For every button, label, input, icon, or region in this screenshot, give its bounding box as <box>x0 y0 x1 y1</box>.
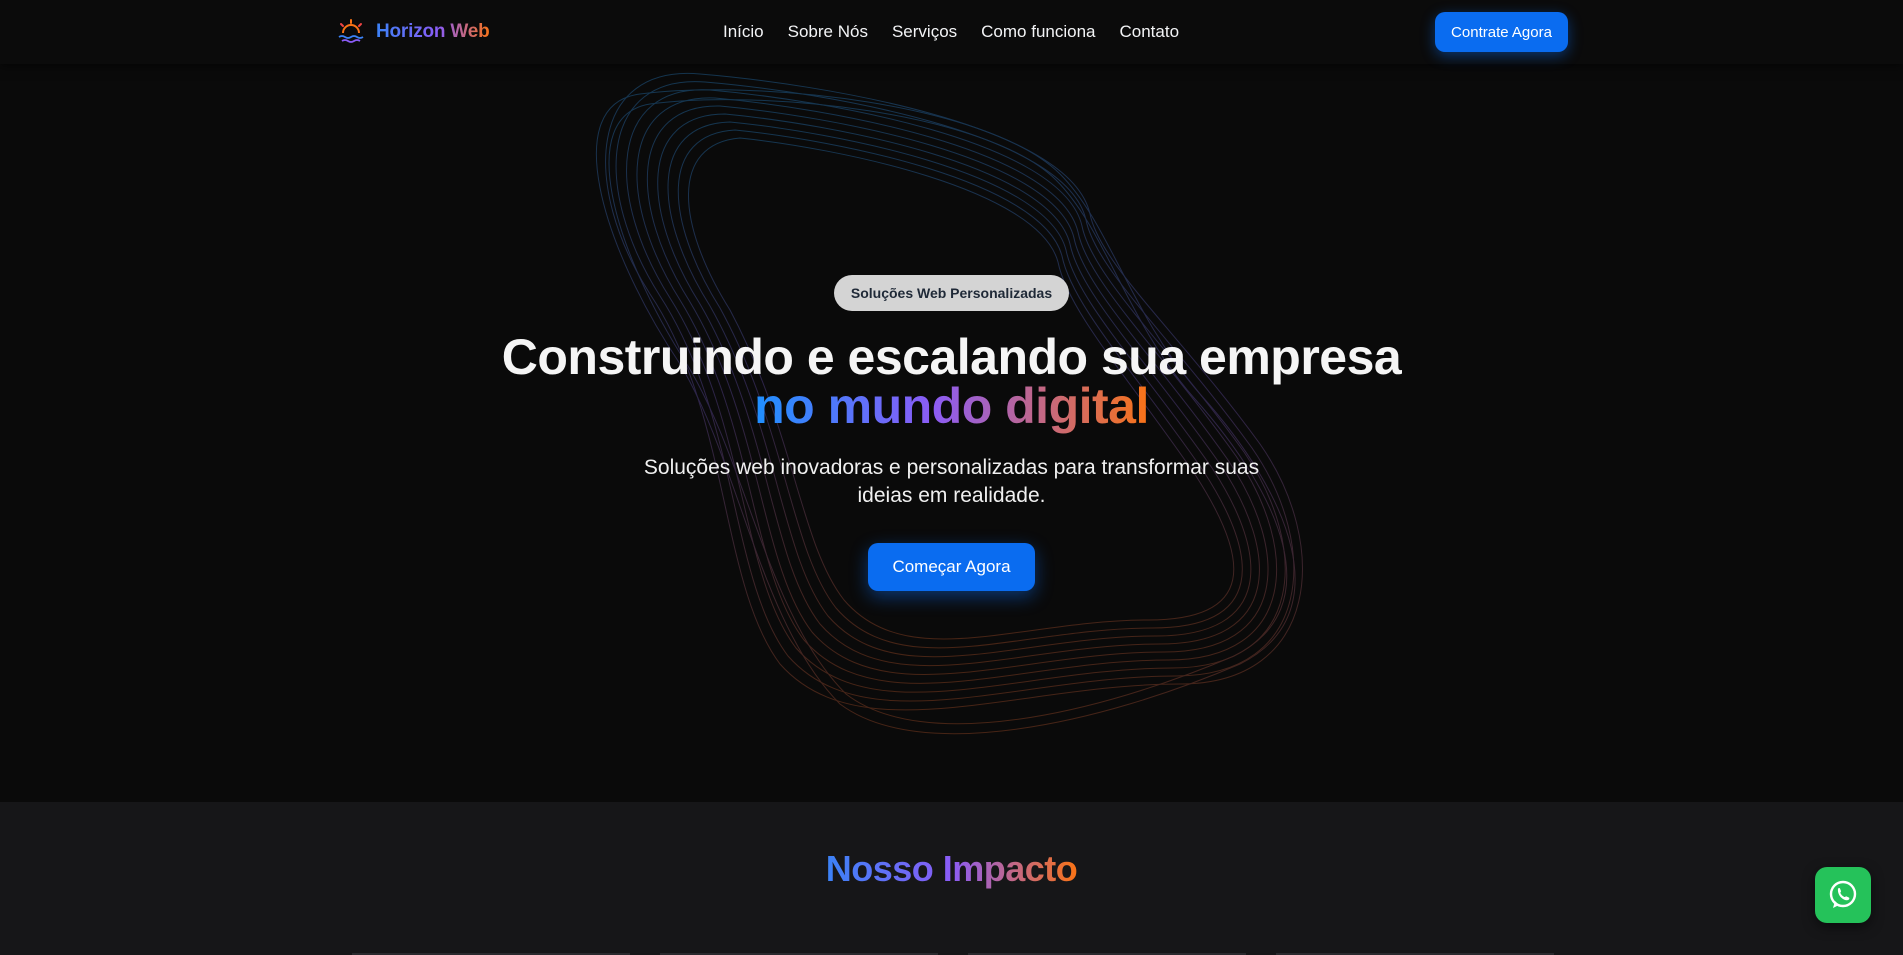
sunset-logo-icon <box>337 19 365 43</box>
nav-link-como-funciona[interactable]: Como funciona <box>981 22 1095 42</box>
page: Horizon Web Início Sobre Nós Serviços Co… <box>0 0 1903 955</box>
main-nav: Início Sobre Nós Serviços Como funciona … <box>723 20 1179 44</box>
impact-title: Nosso Impacto <box>0 848 1903 890</box>
brand-logo-link[interactable]: Horizon Web <box>336 18 490 46</box>
navbar: Horizon Web Início Sobre Nós Serviços Co… <box>0 0 1903 64</box>
whatsapp-button[interactable] <box>1815 867 1871 923</box>
hero-headline-accent: no mundo digital <box>0 381 1903 431</box>
hero-subtitle: Soluções web inovadoras e personalizadas… <box>643 456 1260 507</box>
hero-headline: Construindo e escalando sua empresa <box>501 329 1402 385</box>
hire-now-button[interactable]: Contrate Agora <box>1435 12 1568 52</box>
impact-section: Nosso Impacto <box>0 802 1903 955</box>
nav-link-contato[interactable]: Contato <box>1120 22 1180 42</box>
impact-title-text: Nosso Impacto <box>825 848 1078 889</box>
nav-link-inicio[interactable]: Início <box>723 22 764 42</box>
nav-link-sobre-nos[interactable]: Sobre Nós <box>788 22 868 42</box>
get-started-button[interactable]: Começar Agora <box>868 543 1035 591</box>
whatsapp-icon <box>1829 880 1857 908</box>
hero-section: Soluções Web Personalizadas Construindo … <box>0 64 1903 802</box>
hero-badge: Soluções Web Personalizadas <box>834 275 1069 311</box>
brand-name: Horizon Web <box>376 21 490 42</box>
nav-link-servicos[interactable]: Serviços <box>892 22 957 42</box>
hero-headline-accent-text: no mundo digital <box>754 378 1149 434</box>
